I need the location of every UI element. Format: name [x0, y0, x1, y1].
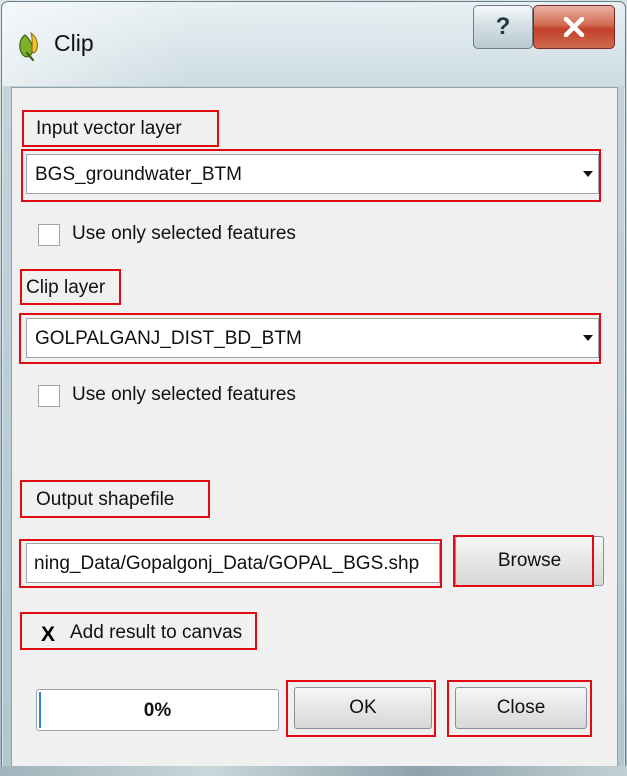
highlight-clip-combobox [19, 313, 601, 364]
highlight-ok-button [286, 680, 436, 737]
input-selected-only-checkbox[interactable] [38, 224, 60, 246]
highlight-clip-label [20, 269, 121, 305]
desktop-strip [0, 766, 627, 776]
title-bar[interactable]: Clip ? [2, 2, 625, 86]
input-selected-only-label: Use only selected features [72, 223, 296, 244]
progress-bar: 0% [36, 689, 279, 731]
highlight-output-label [20, 480, 210, 518]
close-icon [563, 17, 585, 37]
highlight-input-combobox [21, 149, 601, 202]
clip-selected-only-label: Use only selected features [72, 384, 296, 405]
highlight-add-result [20, 612, 257, 650]
highlight-output-path [19, 539, 442, 588]
highlight-browse-button [453, 535, 594, 587]
help-button[interactable]: ? [473, 5, 533, 49]
window-title: Clip [54, 30, 94, 56]
qgis-logo-icon [19, 31, 38, 61]
help-icon: ? [495, 13, 511, 40]
window-close-button[interactable] [533, 5, 615, 49]
progress-text: 0% [143, 700, 172, 721]
highlight-close-button [447, 680, 592, 737]
clip-selected-only-checkbox[interactable] [38, 385, 60, 407]
highlight-input-label [22, 110, 219, 147]
